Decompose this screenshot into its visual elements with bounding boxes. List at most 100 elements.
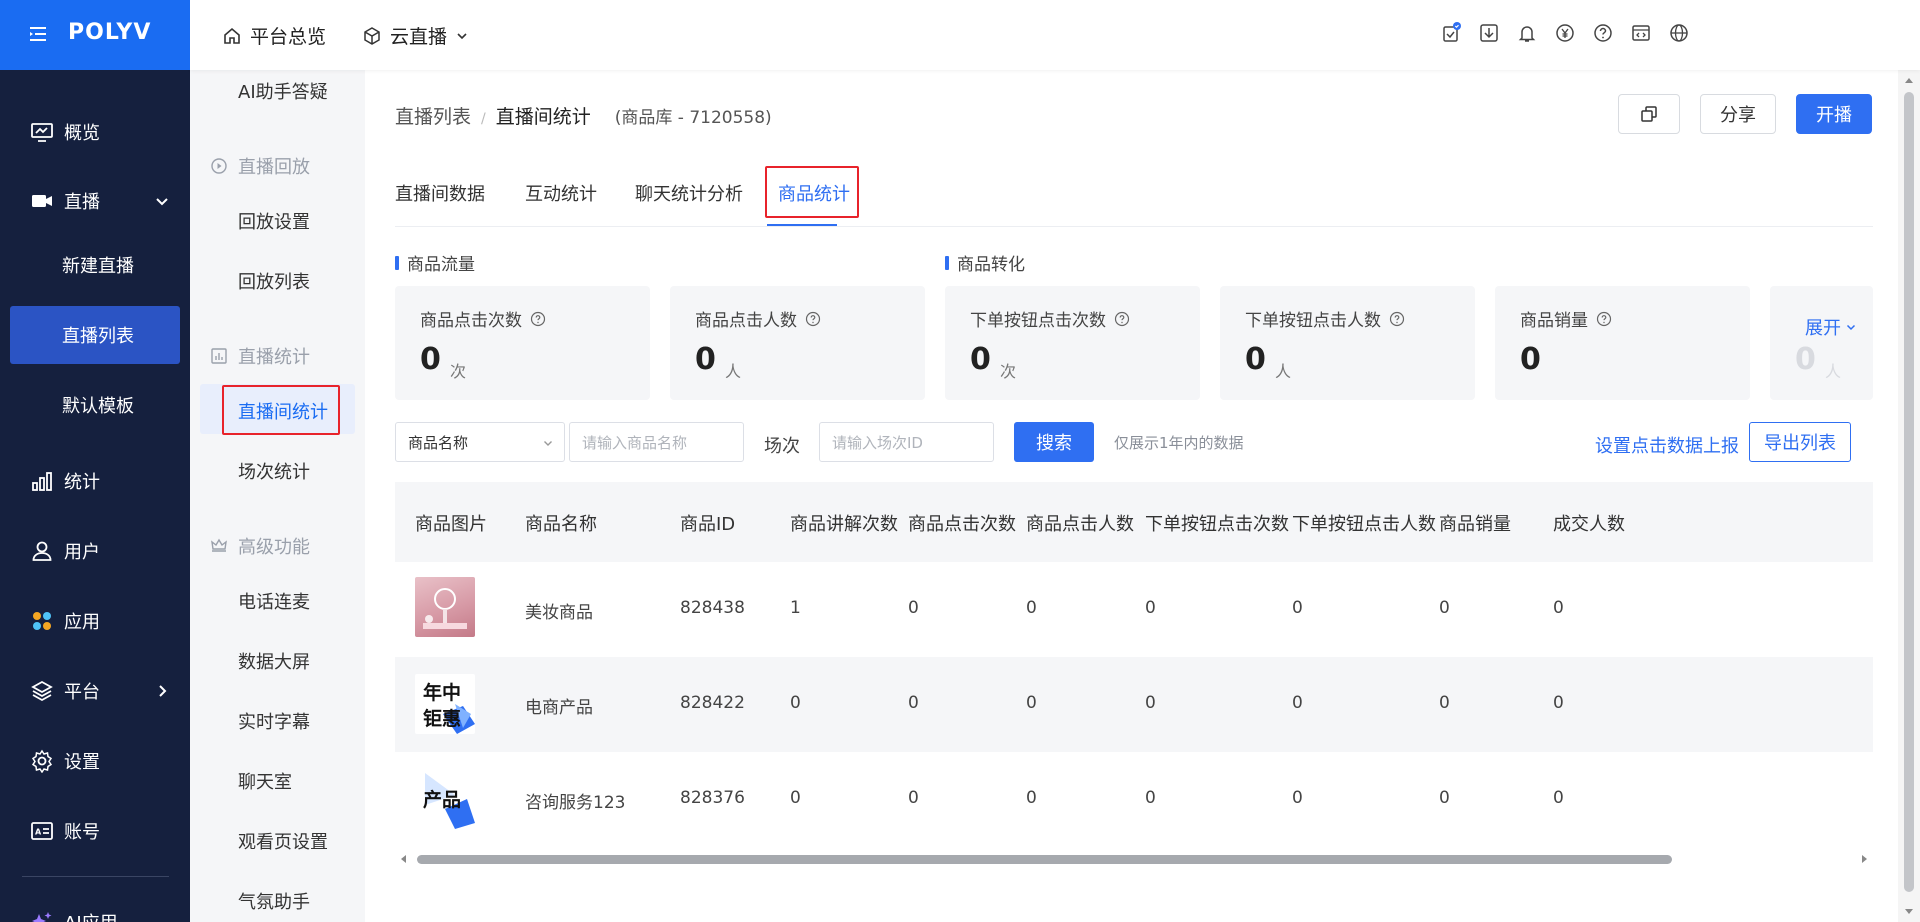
scrollbar-thumb[interactable] <box>417 855 1672 864</box>
submenu-item-replay-settings[interactable]: 回放设置 <box>238 208 310 234</box>
column-header: 下单按钮点击人数 <box>1292 514 1436 535</box>
sidebar-item-account[interactable]: A 账号 <box>0 801 190 861</box>
nav-overview[interactable]: 平台总览 <box>222 22 326 49</box>
help-icon[interactable] <box>1389 311 1405 327</box>
session-id-input[interactable]: 请输入场次ID <box>819 422 994 462</box>
cell-order-users: 0 <box>1292 693 1303 713</box>
yen-icon[interactable] <box>1554 22 1576 44</box>
tab-interaction-stats[interactable]: 互动统计 <box>525 180 597 206</box>
stat-unit: 人 <box>1825 362 1842 381</box>
tab-room-data[interactable]: 直播间数据 <box>395 180 485 206</box>
submenu-item-ai-assistant[interactable]: AI助手答疑 <box>238 78 328 104</box>
submenu-item-live-captions[interactable]: 实时字幕 <box>238 708 310 734</box>
top-bar: 平台总览 云直播 <box>190 0 1920 70</box>
scroll-right-icon[interactable] <box>1859 854 1869 864</box>
help-icon[interactable] <box>1114 311 1130 327</box>
sidebar-item-default-template[interactable]: 默认模板 <box>0 376 190 434</box>
menu-icon[interactable] <box>28 24 48 44</box>
help-icon[interactable] <box>530 311 546 327</box>
sidebar-item-label: 统计 <box>64 472 100 493</box>
section-label: 商品转化 <box>957 255 1025 275</box>
sidebar-item-settings[interactable]: 设置 <box>0 731 190 791</box>
stat-value: 0 <box>1795 342 1816 377</box>
table-horizontal-scrollbar[interactable] <box>395 852 1873 866</box>
start-live-button[interactable]: 开播 <box>1796 94 1872 134</box>
table-header: 商品图片 商品名称 商品ID 商品讲解次数 商品点击次数 商品点击人数 下单按钮… <box>395 482 1873 562</box>
sidebar-item-live[interactable]: 直播 <box>0 171 190 231</box>
submenu-item-replay-list[interactable]: 回放列表 <box>238 268 310 294</box>
field-type-select[interactable]: 商品名称 <box>395 422 565 462</box>
stat-label: 商品点击人数 <box>695 311 797 331</box>
stats-icon <box>211 348 227 364</box>
page-vertical-scrollbar[interactable] <box>1898 70 1920 922</box>
sparkle-icon <box>32 912 52 922</box>
scroll-up-icon[interactable] <box>1904 76 1914 86</box>
bell-icon[interactable] <box>1516 22 1538 44</box>
highlight-box-room-stats <box>222 385 340 435</box>
submenu-group-replay: 直播回放 <box>210 153 310 179</box>
help-icon[interactable] <box>1592 22 1614 44</box>
export-list-button[interactable]: 导出列表 <box>1749 422 1851 462</box>
sidebar-item-new-live[interactable]: 新建直播 <box>0 236 190 294</box>
submenu-item-session-stats[interactable]: 场次统计 <box>238 458 310 484</box>
submenu-item-atmosphere[interactable]: 气氛助手 <box>238 888 310 914</box>
product-stats-table: 商品图片 商品名称 商品ID 商品讲解次数 商品点击次数 商品点击人数 下单按钮… <box>395 482 1873 850</box>
sidebar-item-label: AI应用 <box>64 909 118 922</box>
nav-cloud-live[interactable]: 云直播 <box>362 22 469 49</box>
highlight-box-product-tab <box>765 166 859 218</box>
chevron-right-icon <box>159 685 167 697</box>
submenu-item-watch-page[interactable]: 观看页设置 <box>238 828 328 854</box>
product-name-input[interactable]: 请输入商品名称 <box>569 422 744 462</box>
report-settings-link[interactable]: 设置点击数据上报 <box>1595 432 1739 458</box>
task-check-icon[interactable] <box>1440 22 1462 44</box>
globe-icon[interactable] <box>1668 22 1690 44</box>
help-icon[interactable] <box>805 311 821 327</box>
sidebar-item-overview[interactable]: 概览 <box>0 102 190 162</box>
scroll-down-icon[interactable] <box>1904 906 1914 916</box>
help-icon[interactable] <box>1596 311 1612 327</box>
download-icon[interactable] <box>1478 22 1500 44</box>
scrollbar-thumb[interactable] <box>1904 92 1914 892</box>
breadcrumb-link-live-list[interactable]: 直播列表 <box>395 102 471 129</box>
cell-explain-count: 0 <box>790 693 801 713</box>
makeup-photo-icon <box>423 588 467 629</box>
scroll-left-icon[interactable] <box>399 854 409 864</box>
sidebar-item-live-list[interactable]: 直播列表 <box>10 306 180 364</box>
sidebar-item-platform[interactable]: 平台 <box>0 661 190 721</box>
submenu-item-data-screen[interactable]: 数据大屏 <box>238 648 310 674</box>
embed-code-icon[interactable] <box>1630 22 1652 44</box>
brand-header: POLYV <box>0 0 190 70</box>
sidebar-item-ai-apps[interactable]: AI应用 <box>0 892 190 922</box>
sidebar-item-stats[interactable]: 统计 <box>0 451 190 511</box>
submenu-item-phone-call[interactable]: 电话连麦 <box>238 588 310 614</box>
logo[interactable]: POLYV <box>68 20 151 45</box>
stat-label: 下单按钮点击次数 <box>970 311 1106 331</box>
stat-label: 商品销量 <box>1520 311 1588 331</box>
search-button[interactable]: 搜索 <box>1014 422 1094 462</box>
cell-sales: 0 <box>1439 693 1450 713</box>
stat-unit: 次 <box>1000 362 1017 381</box>
session-label: 场次 <box>764 436 800 457</box>
submenu-item-chatroom[interactable]: 聊天室 <box>238 768 292 794</box>
tab-active-indicator <box>767 224 837 226</box>
share-button[interactable]: 分享 <box>1700 94 1776 134</box>
product-thumbnail <box>415 577 475 637</box>
stat-value: 0 <box>420 342 441 377</box>
sidebar-item-apps[interactable]: 应用 <box>0 591 190 651</box>
crown-icon <box>211 538 227 552</box>
copy-button[interactable] <box>1618 94 1680 134</box>
submenu-group-label: 直播回放 <box>238 157 310 178</box>
stat-unit: 人 <box>725 362 742 381</box>
tab-chat-analysis[interactable]: 聊天统计分析 <box>635 180 743 206</box>
sidebar-item-users[interactable]: 用户 <box>0 521 190 581</box>
cell-order-clicks: 0 <box>1145 598 1156 618</box>
submenu-group-label: 高级功能 <box>238 537 310 558</box>
nav-cloud-live-label: 云直播 <box>390 26 448 48</box>
video-camera-icon <box>32 195 52 207</box>
column-header: 商品点击次数 <box>908 514 1016 535</box>
column-header: 商品点击人数 <box>1026 514 1134 535</box>
expand-label: 展开 <box>1805 318 1841 339</box>
expand-button[interactable]: 展开 <box>1805 314 1857 340</box>
stat-value: 0 <box>970 342 991 377</box>
id-card-icon: A <box>31 822 53 840</box>
